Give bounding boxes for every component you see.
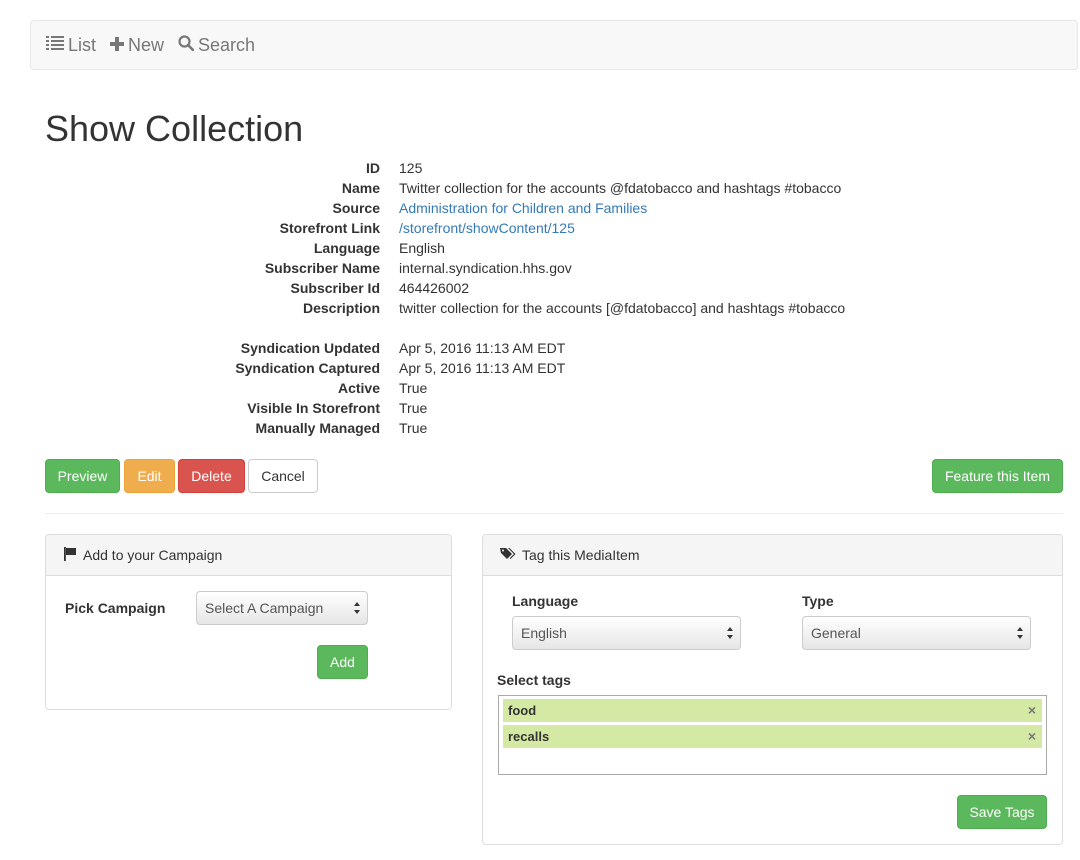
- nav-search-link[interactable]: Search: [178, 35, 255, 56]
- detail-value: English: [399, 240, 445, 256]
- collection-details: ID 125 Name Twitter collection for the a…: [45, 158, 1045, 438]
- detail-row-id: ID 125: [45, 158, 1045, 178]
- page-title: Show Collection: [45, 108, 304, 149]
- detail-value: 464426002: [399, 280, 470, 296]
- detail-row-visible-in-storefront: Visible In Storefront True: [45, 398, 1045, 418]
- detail-label: Subscriber Name: [264, 260, 380, 276]
- detail-value: True: [399, 420, 428, 436]
- detail-value: True: [399, 380, 428, 396]
- remove-tag-icon[interactable]: ×: [1028, 702, 1036, 718]
- detail-row-storefront-link: Storefront Link /storefront/showContent/…: [45, 218, 1045, 238]
- select-arrows-icon: [726, 626, 734, 640]
- detail-value: Apr 5, 2016 11:13 AM EDT: [399, 340, 566, 356]
- tag-chip: recalls ×: [503, 725, 1042, 748]
- detail-value: internal.syndication.hhs.gov: [399, 260, 572, 276]
- detail-row-description: Description twitter collection for the a…: [45, 298, 1045, 318]
- search-icon: [178, 34, 198, 56]
- detail-row-subscriber-id: Subscriber Id 464426002: [45, 278, 1045, 298]
- detail-spacer: [45, 318, 1045, 338]
- storefront-link[interactable]: /storefront/showContent/125: [399, 218, 575, 238]
- detail-label: Active: [337, 380, 380, 396]
- detail-label: Storefront Link: [279, 220, 380, 236]
- tags-icon: [500, 547, 522, 564]
- campaign-panel-title: Add to your Campaign: [83, 547, 223, 563]
- tag-label: recalls: [508, 729, 550, 744]
- detail-label: Subscriber Id: [290, 280, 380, 296]
- nav-new-link[interactable]: New: [110, 35, 164, 56]
- flag-icon: [63, 546, 83, 564]
- detail-row-syndication-updated: Syndication Updated Apr 5, 2016 11:13 AM…: [45, 338, 1045, 358]
- detail-label: Language: [313, 240, 380, 256]
- type-select-value: General: [811, 625, 861, 641]
- edit-button[interactable]: Edit: [124, 459, 175, 493]
- feature-item-button[interactable]: Feature this Item: [932, 459, 1063, 493]
- type-label: Type: [802, 593, 834, 609]
- detail-row-name: Name Twitter collection for the accounts…: [45, 178, 1045, 198]
- tag-label: food: [508, 703, 537, 718]
- plus-icon: [110, 35, 128, 56]
- select-arrows-icon: [1016, 626, 1024, 640]
- detail-value: Twitter collection for the accounts @fda…: [399, 180, 842, 196]
- detail-label: Manually Managed: [255, 420, 380, 436]
- tag-panel-heading: Tag this MediaItem: [483, 535, 1062, 576]
- detail-row-syndication-captured: Syndication Captured Apr 5, 2016 11:13 A…: [45, 358, 1045, 378]
- nav-list-link[interactable]: List: [46, 35, 96, 56]
- detail-label: Name: [341, 180, 380, 196]
- detail-label: Visible In Storefront: [247, 400, 380, 416]
- language-select-value: English: [521, 625, 567, 641]
- campaign-panel-heading: Add to your Campaign: [46, 535, 451, 576]
- detail-row-language: Language English: [45, 238, 1045, 258]
- select-arrows-icon: [353, 601, 361, 615]
- add-campaign-button[interactable]: Add: [317, 645, 368, 679]
- nav-search-label: Search: [198, 34, 256, 55]
- detail-label: ID: [366, 160, 380, 176]
- detail-row-source: Source Administration for Children and F…: [45, 198, 1045, 218]
- detail-label: Description: [302, 300, 380, 316]
- save-tags-button[interactable]: Save Tags: [957, 795, 1047, 829]
- nav-new-label: New: [128, 34, 165, 55]
- preview-button[interactable]: Preview: [45, 459, 120, 493]
- tag-panel-title: Tag this MediaItem: [522, 547, 640, 563]
- remove-tag-icon[interactable]: ×: [1028, 728, 1036, 744]
- language-label: Language: [512, 593, 579, 609]
- list-icon: [46, 35, 68, 56]
- pick-campaign-label: Pick Campaign: [65, 600, 166, 616]
- language-select[interactable]: English: [512, 616, 741, 650]
- delete-button[interactable]: Delete: [178, 459, 245, 493]
- select-tags-label: Select tags: [497, 672, 571, 688]
- campaign-select-value: Select A Campaign: [205, 600, 324, 616]
- detail-value: Apr 5, 2016 11:13 AM EDT: [399, 360, 566, 376]
- detail-label: Source: [332, 200, 380, 216]
- detail-row-active: Active True: [45, 378, 1045, 398]
- detail-row-subscriber-name: Subscriber Name internal.syndication.hhs…: [45, 258, 1045, 278]
- cancel-button[interactable]: Cancel: [248, 459, 318, 493]
- type-select[interactable]: General: [802, 616, 1031, 650]
- campaign-select[interactable]: Select A Campaign: [196, 591, 368, 625]
- nav-list-label: List: [68, 34, 97, 55]
- detail-label: Syndication Captured: [235, 360, 380, 376]
- detail-value: 125: [399, 160, 423, 176]
- tags-input[interactable]: food × recalls ×: [498, 695, 1047, 775]
- section-divider: [45, 513, 1063, 514]
- detail-value: True: [399, 400, 428, 416]
- tag-chip: food ×: [503, 699, 1042, 722]
- detail-row-manually-managed: Manually Managed True: [45, 418, 1045, 438]
- top-navbar: List New Search: [30, 20, 1078, 70]
- source-link[interactable]: Administration for Children and Families: [399, 198, 647, 218]
- detail-value: twitter collection for the accounts [@fd…: [399, 300, 846, 316]
- detail-label: Syndication Updated: [240, 340, 380, 356]
